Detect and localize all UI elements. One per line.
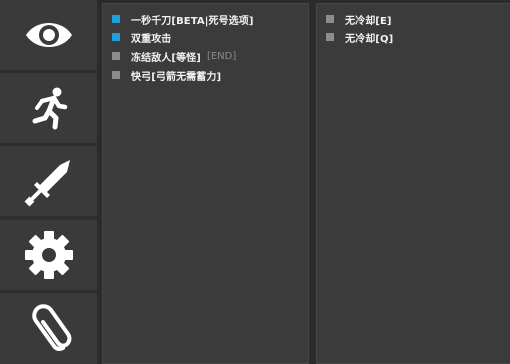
gear-icon (24, 231, 73, 279)
main-options-panel: 一秒千刀[BETA|死号选项] 双重攻击 冻结敌人[等怪] [END] 快弓[弓… (102, 3, 309, 364)
checkbox[interactable] (326, 15, 334, 23)
sword-icon (24, 160, 70, 207)
hotkey-label: [END] (206, 50, 237, 62)
option-row-one-second-thousand-cuts[interactable]: 一秒千刀[BETA|死号选项] (103, 11, 254, 27)
checkbox[interactable] (112, 15, 120, 23)
option-label: 一秒千刀[BETA|死号选项] (131, 15, 254, 27)
running-person-icon (32, 87, 67, 130)
cooldown-options-panel: 无冷却[E] 无冷却[Q] (316, 3, 510, 364)
option-label: 无冷却[Q] (345, 33, 394, 45)
option-label: 冻结敌人[等怪] (131, 52, 201, 64)
option-row-quick-bow[interactable]: 快弓[弓箭无需蓄力] (103, 67, 221, 83)
option-row-no-cooldown-e[interactable]: 无冷却[E] (317, 11, 392, 27)
paperclip-icon (31, 303, 71, 351)
sidebar-item-combat[interactable] (0, 146, 97, 216)
option-row-no-cooldown-q[interactable]: 无冷却[Q] (317, 29, 393, 45)
eye-icon (25, 23, 72, 47)
sidebar (0, 0, 97, 364)
checkbox[interactable] (112, 71, 120, 79)
option-row-double-attack[interactable]: 双重攻击 (103, 29, 171, 45)
option-label: 无冷却[E] (345, 15, 392, 27)
option-label: 双重攻击 (131, 33, 172, 45)
checkbox[interactable] (112, 52, 120, 60)
sidebar-item-visuals[interactable] (0, 0, 97, 70)
option-row-freeze-enemies[interactable]: 冻结敌人[等怪] [END] (103, 48, 236, 64)
checkbox[interactable] (326, 33, 334, 41)
sidebar-item-movement[interactable] (0, 73, 97, 143)
option-label: 快弓[弓箭无需蓄力] (131, 71, 222, 83)
checkbox[interactable] (112, 33, 120, 41)
sidebar-item-settings[interactable] (0, 220, 97, 290)
sidebar-item-misc[interactable] (0, 293, 97, 364)
